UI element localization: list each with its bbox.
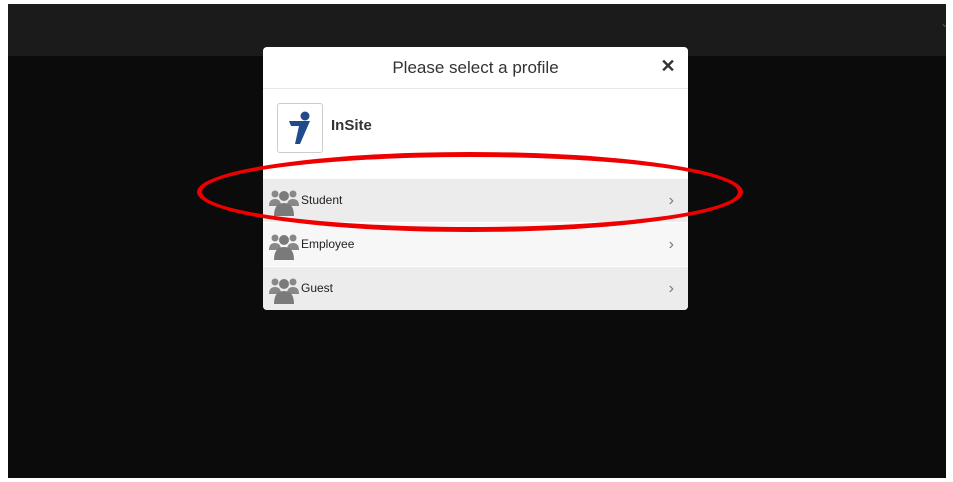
dialog-title: Please select a profile <box>392 58 559 77</box>
chevron-right-icon: › <box>668 236 674 253</box>
profile-label: Employee <box>301 237 355 251</box>
app-backdrop: ⌄ Please select a profile ✕ InSite Stude… <box>8 4 946 478</box>
close-icon: ✕ <box>660 56 676 76</box>
app-header: InSite <box>263 89 688 179</box>
chevron-right-icon: › <box>668 280 674 297</box>
profile-label: Student <box>301 193 343 207</box>
chevron-right-icon: › <box>668 192 674 209</box>
profile-select-dialog: Please select a profile ✕ InSite Student… <box>263 47 688 310</box>
profile-item-student[interactable]: Student › <box>263 179 688 222</box>
profile-item-guest[interactable]: Guest › <box>263 267 688 310</box>
insite-logo-icon <box>277 103 323 153</box>
close-button[interactable]: ✕ <box>660 55 676 77</box>
group-icon <box>269 278 299 304</box>
group-icon <box>269 234 299 260</box>
profile-label: Guest <box>301 281 334 295</box>
dialog-header: Please select a profile ✕ <box>263 47 688 89</box>
app-name: InSite <box>331 117 372 134</box>
profile-item-employee[interactable]: Employee › <box>263 223 688 266</box>
chevron-down-icon[interactable]: ⌄ <box>940 17 946 29</box>
group-icon <box>269 190 299 216</box>
